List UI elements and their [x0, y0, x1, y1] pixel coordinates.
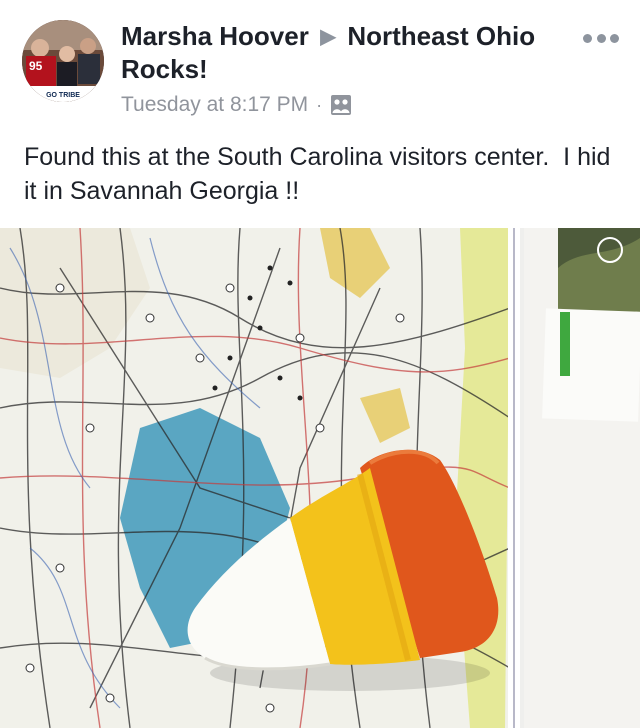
- right-triangle-icon: ▶: [320, 26, 336, 48]
- more-options-button[interactable]: [583, 28, 619, 48]
- avatar[interactable]: 95 GO TRIBE: [22, 20, 104, 102]
- photo-map-candy-corn-rock: [0, 228, 640, 728]
- avatar-photo: 95 GO TRIBE: [22, 20, 104, 102]
- post-timestamp[interactable]: Tuesday at 8:17 PM: [121, 93, 308, 117]
- post-message: Found this at the South Carolina visitor…: [24, 143, 618, 205]
- more-dot: [583, 33, 592, 43]
- post-author-line: Marsha Hoover ▶ Northeast Ohio Rocks!: [121, 20, 541, 85]
- meta-separator: ·: [316, 94, 323, 115]
- more-dot: [610, 33, 619, 43]
- avatar-jersey-number: 95: [29, 59, 43, 73]
- post-meta: Tuesday at 8:17 PM ·: [121, 91, 352, 119]
- more-dot: [596, 33, 606, 43]
- post-photo[interactable]: [0, 228, 640, 728]
- group-audience-icon: [330, 94, 352, 116]
- post-header: 95 GO TRIBE Marsha Hoover ▶ Northeast Oh…: [0, 0, 640, 128]
- author-name-link[interactable]: Marsha Hoover: [121, 21, 309, 51]
- avatar-banner-text: GO TRIBE: [46, 92, 80, 99]
